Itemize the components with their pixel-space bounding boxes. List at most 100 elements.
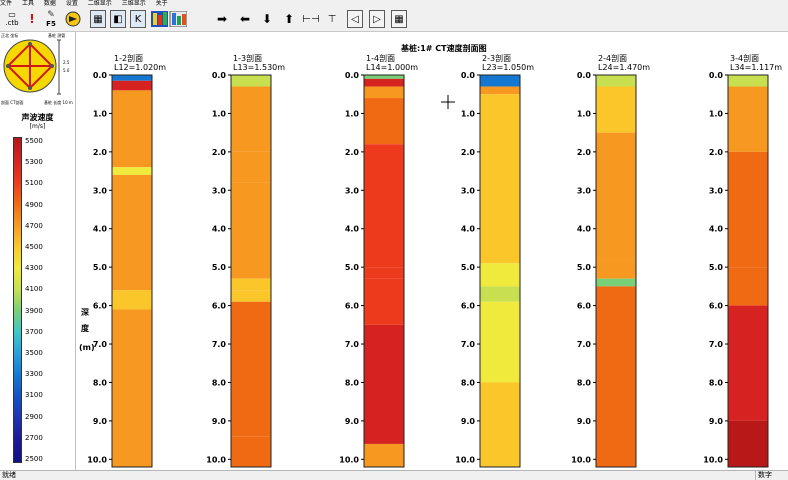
open-ctb-button[interactable]: ▭ .ctb [2, 10, 22, 28]
profile-select-button[interactable] [64, 10, 82, 28]
run-f5-button[interactable]: ✎ F5 [42, 10, 60, 28]
profile-title: 2-4剖面 [598, 53, 627, 63]
velocity-color-scale [13, 137, 22, 463]
toolbar: ▭ .ctb ! ✎ F5 ▦ ◧ K ➡ ⬅ ⬇ ⬆ ⊢⊣ ⊤ ◁ ▷ ▦ [0, 7, 788, 32]
depth-tick-label: 7.0 [212, 340, 227, 349]
tool-button[interactable]: K [130, 10, 146, 28]
depth-tick-label: 9.0 [709, 417, 724, 426]
velocity-cell [364, 324, 404, 444]
depth-tick-label: 0.0 [461, 71, 476, 80]
depth-tick-label: 2.0 [93, 148, 108, 157]
velocity-cell [364, 86, 404, 99]
edit-button[interactable]: ◧ [110, 10, 126, 28]
depth-tick-label: 5.0 [212, 263, 227, 272]
compass-right-value-1: 2.5 [63, 60, 70, 65]
velocity-cell [112, 174, 152, 291]
menu-about[interactable]: 关于 [156, 0, 168, 7]
ct-chart-area: 基桩:1# CT速度剖面图 深 度 (m) 1-2剖面 L12=1.020m 0.0… [76, 32, 788, 470]
depth-tick-label: 5.0 [93, 263, 108, 272]
profile-length: L34=1.117m [730, 63, 782, 72]
arrow-down-button[interactable]: ⬇ [260, 10, 274, 28]
pattern-button[interactable]: ▦ [90, 10, 106, 28]
menu-file[interactable]: 文件 [0, 0, 12, 7]
grid-icon: ▦ [394, 13, 404, 25]
legend-value-4900: 4900 [25, 200, 43, 209]
legend-value-3500: 3500 [25, 349, 43, 357]
velocity-cell [728, 267, 768, 306]
arrow-left-button[interactable]: ⬅ [237, 10, 253, 28]
fit-height-button[interactable]: ⊤ [325, 10, 339, 28]
depth-axis-label-char2: 度 [81, 323, 90, 333]
legend-value-5300: 5300 [25, 158, 43, 167]
profile-5: 3-4剖面L34=1.117m 0.0 1.0 2.0 3.0 4.0 5.0 6.0 7.0 8… [703, 53, 782, 468]
depth-tick-label: 0.0 [93, 71, 108, 80]
color-map-button[interactable] [150, 10, 188, 28]
depth-axis-label-char1: 深 [81, 307, 89, 317]
velocity-cell [231, 151, 271, 183]
menu-settings[interactable]: 设置 [66, 0, 78, 7]
profile-title: 1-4剖面 [366, 53, 395, 63]
depth-tick-label: 7.0 [345, 340, 360, 349]
depth-tick-label: 2.0 [577, 148, 592, 157]
depth-tick-label: 8.0 [461, 378, 476, 387]
velocity-cell [728, 86, 768, 152]
depth-tick-label: 2.0 [461, 148, 476, 157]
depth-tick-label: 9.0 [212, 417, 227, 426]
compass-right-value-2: 5.0 [63, 68, 70, 73]
depth-tick-label: 1.0 [212, 109, 227, 118]
depth-tick-label: 6.0 [93, 302, 108, 311]
depth-tick-label: 8.0 [709, 378, 724, 387]
pattern-icon: ▦ [93, 13, 103, 25]
depth-tick-label: 1.0 [345, 109, 360, 118]
velocity-cell [596, 132, 636, 260]
depth-tick-label: 8.0 [93, 378, 108, 387]
velocity-cell [596, 86, 636, 133]
legend-value-2700: 2700 [25, 433, 43, 442]
depth-tick-label: 10.0 [571, 455, 591, 464]
depth-tick-label: 5.0 [577, 263, 592, 272]
legend-value-4500: 4500 [25, 243, 43, 251]
page-right-icon: ▷ [373, 13, 381, 25]
profile-title: 3-4剖面 [730, 53, 759, 63]
page-left-button[interactable]: ◁ [347, 10, 363, 28]
depth-tick-label: 3.0 [345, 186, 360, 195]
alert-button[interactable]: ! [25, 10, 39, 28]
menu-2d-view[interactable]: 二维显示 [88, 0, 112, 7]
open-file-icon: ▭ [8, 10, 16, 19]
depth-tick-label: 10.0 [206, 455, 226, 464]
grid-button[interactable]: ▦ [391, 10, 407, 28]
depth-tick-label: 8.0 [212, 378, 227, 387]
legend-value-5500: 5500 [25, 137, 43, 145]
depth-tick-label: 1.0 [709, 109, 724, 118]
depth-tick-label: 3.0 [577, 186, 592, 195]
depth-tick-label: 1.0 [461, 109, 476, 118]
depth-tick-label: 1.0 [577, 109, 592, 118]
arrow-right-button[interactable]: ➡ [214, 10, 230, 28]
depth-tick-label: 3.0 [709, 186, 724, 195]
menu-3d-view[interactable]: 三维显示 [122, 0, 146, 7]
velocity-cell [364, 98, 404, 145]
velocity-cell [480, 301, 520, 383]
depth-tick-label: 10.0 [703, 455, 723, 464]
depth-tick-label: 7.0 [93, 340, 108, 349]
velocity-cell [112, 75, 152, 81]
ct-velocity-profiles-chart: 基桩:1# CT速度剖面图 深 度 (m) 1-2剖面L12=1.020m0.0… [79, 43, 782, 468]
chart-title: 基桩:1# CT速度剖面图 [400, 43, 487, 53]
menu-data[interactable]: 数据 [44, 0, 56, 7]
legend-value-3100: 3100 [25, 391, 43, 400]
velocity-cell [480, 86, 520, 95]
fit-width-button[interactable]: ⊢⊣ [302, 10, 320, 28]
velocity-cell [364, 267, 404, 279]
velocity-cell [231, 182, 271, 279]
page-right-button[interactable]: ▷ [369, 10, 385, 28]
depth-tick-label: 0.0 [345, 71, 360, 80]
fit-width-icon: ⊢⊣ [302, 13, 320, 25]
depth-tick-label: 4.0 [345, 225, 360, 234]
legend-value-3300: 3300 [25, 370, 43, 379]
arrow-up-button[interactable]: ⬆ [282, 10, 296, 28]
arrow-down-icon: ⬇ [261, 12, 273, 26]
depth-tick-label: 8.0 [345, 378, 360, 387]
menu-tools[interactable]: 工具 [22, 0, 34, 7]
legend-value-3700: 3700 [25, 327, 43, 336]
edit-icon: ◧ [113, 13, 123, 25]
